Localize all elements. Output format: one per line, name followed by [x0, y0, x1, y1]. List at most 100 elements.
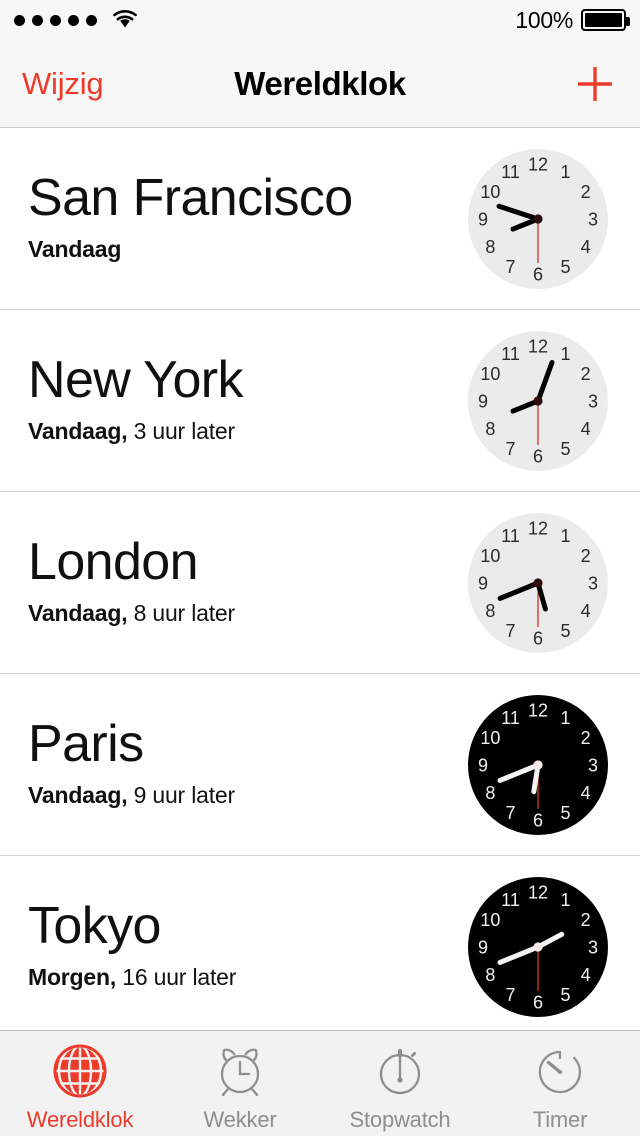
svg-text:6: 6 — [533, 810, 543, 830]
day-label: Vandaag, — [28, 418, 128, 445]
svg-text:11: 11 — [501, 525, 520, 545]
svg-text:3: 3 — [588, 391, 598, 411]
city-info: London Vandaag, 8 uur later — [28, 534, 464, 631]
svg-text:9: 9 — [478, 937, 488, 957]
analog-clock-face: 12 1 2 3 4 5 6 7 8 9 10 11 — [464, 691, 612, 839]
svg-text:11: 11 — [501, 707, 520, 727]
status-bar-right: 100% — [515, 6, 630, 34]
svg-text:11: 11 — [501, 343, 520, 363]
svg-text:8: 8 — [485, 419, 495, 439]
svg-text:7: 7 — [505, 803, 515, 823]
battery-percentage-label: 100% — [515, 6, 573, 33]
navigation-bar: Wijzig Wereldklok — [0, 40, 640, 128]
svg-text:11: 11 — [501, 889, 520, 909]
svg-text:3: 3 — [588, 573, 598, 593]
svg-text:5: 5 — [560, 621, 570, 641]
svg-text:4: 4 — [581, 965, 591, 985]
city-info: Tokyo Morgen, 16 uur later — [28, 898, 464, 995]
svg-text:6: 6 — [533, 992, 543, 1012]
svg-text:2: 2 — [581, 728, 591, 748]
tab-stopwatch[interactable]: Stopwatch — [320, 1031, 480, 1136]
city-name: New York — [28, 350, 243, 409]
svg-text:1: 1 — [560, 525, 570, 545]
status-bar: 100% — [0, 0, 640, 40]
city-info: New York Vandaag, 3 uur later — [28, 352, 464, 449]
svg-text:1: 1 — [560, 343, 570, 363]
svg-text:4: 4 — [581, 601, 591, 621]
svg-text:9: 9 — [478, 209, 488, 229]
edit-button[interactable]: Wijzig — [22, 66, 104, 102]
svg-text:10: 10 — [480, 182, 500, 202]
svg-text:9: 9 — [478, 391, 488, 411]
city-day-offset: Vandaag, 8 uur later — [28, 600, 464, 627]
svg-text:3: 3 — [588, 755, 598, 775]
city-day-offset: Vandaag, 9 uur later — [28, 782, 464, 809]
signal-strength-dots — [14, 14, 97, 26]
day-label: Vandaag — [28, 236, 122, 263]
offset-label: 3 uur later — [127, 418, 236, 445]
city-info: Paris Vandaag, 9 uur later — [28, 716, 464, 813]
tab-timer[interactable]: Timer — [480, 1031, 640, 1136]
svg-text:12: 12 — [528, 518, 548, 538]
svg-text:3: 3 — [588, 209, 598, 229]
svg-text:12: 12 — [528, 336, 548, 356]
day-label: Vandaag, — [28, 782, 128, 809]
svg-text:10: 10 — [480, 728, 500, 748]
svg-text:7: 7 — [505, 439, 515, 459]
svg-text:12: 12 — [528, 154, 548, 174]
city-name: San Francisco — [28, 168, 353, 227]
svg-text:5: 5 — [560, 803, 570, 823]
tab-label: Wekker — [203, 1106, 277, 1132]
wifi-icon — [110, 7, 140, 34]
svg-text:1: 1 — [560, 707, 570, 727]
stopwatch-icon — [371, 1041, 429, 1101]
battery-icon — [581, 9, 630, 31]
analog-clock-face: 12 1 2 3 4 5 6 7 8 9 10 11 — [464, 509, 612, 657]
svg-text:11: 11 — [501, 161, 520, 181]
svg-text:12: 12 — [528, 882, 548, 902]
day-label: Vandaag, — [28, 600, 128, 627]
add-city-button[interactable] — [572, 61, 618, 107]
svg-text:2: 2 — [581, 182, 591, 202]
clock-app-screen: 100% Wijzig Wereldklok San Francisco Vand… — [0, 0, 640, 1136]
svg-text:6: 6 — [533, 446, 543, 466]
city-row[interactable]: Tokyo Morgen, 16 uur later 12 1 2 3 4 5 6 7 8 9 10 11 — [0, 856, 640, 1038]
tab-label: Wereldklok — [26, 1106, 134, 1132]
plus-icon — [573, 62, 617, 106]
tab-wereldklok[interactable]: Wereldklok — [0, 1031, 160, 1136]
svg-text:8: 8 — [485, 783, 495, 803]
svg-text:10: 10 — [480, 364, 500, 384]
svg-text:6: 6 — [533, 264, 543, 284]
analog-clock-face: 12 1 2 3 4 5 6 7 8 9 10 11 — [464, 327, 612, 475]
svg-text:10: 10 — [480, 546, 500, 566]
tab-wekker[interactable]: Wekker — [160, 1031, 320, 1136]
tab-label: Stopwatch — [349, 1106, 451, 1132]
city-row[interactable]: San Francisco Vandaag 12 1 2 3 4 5 6 7 8 9 10 11 — [0, 128, 640, 310]
city-row[interactable]: Paris Vandaag, 9 uur later 12 1 2 3 4 5 6 7 8 9 10 11 — [0, 674, 640, 856]
tab-label: Timer — [532, 1106, 588, 1132]
city-row[interactable]: New York Vandaag, 3 uur later 12 1 2 3 4 5 6 7 8 9 1… — [0, 310, 640, 492]
analog-clock-face: 12 1 2 3 4 5 6 7 8 9 10 11 — [464, 145, 612, 293]
day-label: Morgen, — [28, 964, 117, 991]
offset-label: 16 uur later — [116, 964, 237, 991]
svg-text:2: 2 — [581, 546, 591, 566]
svg-text:8: 8 — [485, 237, 495, 257]
svg-text:7: 7 — [505, 621, 515, 641]
svg-text:7: 7 — [505, 257, 515, 277]
svg-text:4: 4 — [581, 783, 591, 803]
svg-text:4: 4 — [581, 419, 591, 439]
tab-bar: Wereldklok Wekker Stopwatch Timer — [0, 1030, 640, 1136]
city-name: London — [28, 532, 199, 591]
svg-text:8: 8 — [485, 965, 495, 985]
city-info: San Francisco Vandaag — [28, 170, 464, 267]
svg-text:9: 9 — [478, 573, 488, 593]
city-row[interactable]: London Vandaag, 8 uur later 12 1 2 3 4 5 6 7 8 9 10 1… — [0, 492, 640, 674]
svg-text:2: 2 — [581, 364, 591, 384]
city-name: Tokyo — [28, 896, 161, 955]
svg-text:9: 9 — [478, 755, 488, 775]
alarm-clock-icon — [211, 1041, 269, 1101]
city-day-offset: Vandaag — [28, 236, 464, 263]
svg-text:4: 4 — [581, 237, 591, 257]
offset-label: 8 uur later — [127, 600, 236, 627]
offset-label: 9 uur later — [127, 782, 236, 809]
